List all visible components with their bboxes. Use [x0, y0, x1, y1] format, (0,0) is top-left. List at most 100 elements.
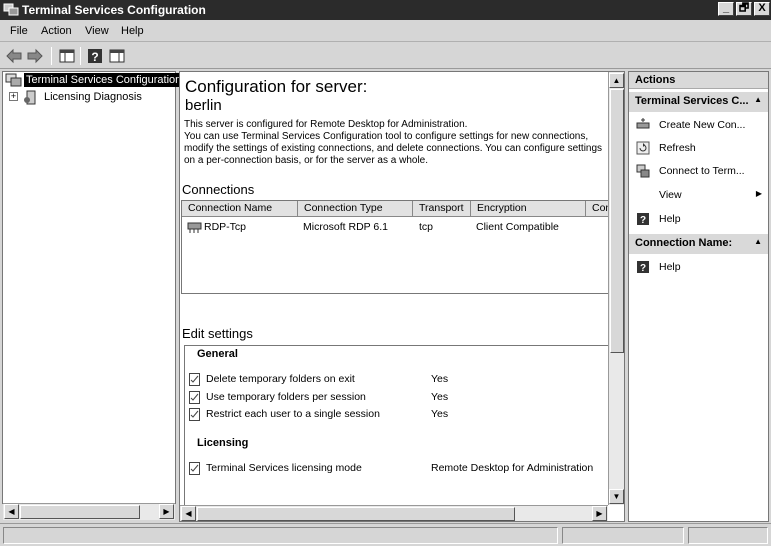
cell-encryption: Client Compatible [476, 221, 559, 233]
back-arrow-icon[interactable] [5, 47, 23, 65]
action-label: Connect to Term... [659, 165, 745, 177]
actions-section-connection-name[interactable]: Connection Name: ▲ [629, 234, 768, 254]
setting-row[interactable]: Use temporary folders per session Yes [189, 390, 609, 406]
svg-text:?: ? [640, 263, 646, 274]
collapse-up-icon[interactable]: ▲ [754, 95, 762, 104]
section-label: Connection Name: [635, 237, 733, 249]
main-horizontal-scrollbar[interactable]: ◀ ▶ [180, 505, 608, 521]
menu-view[interactable]: View [85, 25, 109, 37]
action-label: Help [659, 261, 681, 273]
general-section-heading: General [197, 348, 238, 360]
menu-action[interactable]: Action [41, 25, 72, 37]
vertical-scroll-thumb[interactable] [610, 89, 624, 353]
setting-value: Remote Desktop for Administration [431, 462, 594, 474]
setting-row[interactable]: Delete temporary folders on exit Yes [189, 372, 609, 388]
col-encryption[interactable]: Encryption [471, 201, 586, 217]
scroll-thumb[interactable] [20, 505, 140, 519]
action-label: Refresh [659, 142, 696, 154]
console-tree: Terminal Services Configuration + Licens… [2, 71, 184, 520]
status-panel-3 [688, 527, 768, 544]
help-icon: ? [637, 261, 649, 274]
tree-item-licensing-label: Licensing Diagnosis [44, 91, 142, 103]
scroll-thumb[interactable] [197, 507, 515, 521]
setting-document-icon [189, 408, 200, 421]
collapse-up-icon[interactable]: ▲ [754, 237, 762, 246]
scroll-right-button[interactable]: ▶ [592, 506, 607, 521]
status-panel-2 [562, 527, 684, 544]
minimize-button[interactable]: _ [718, 2, 734, 16]
server-name: berlin [185, 97, 222, 114]
connections-heading: Connections [182, 182, 255, 197]
action-label: Help [659, 213, 681, 225]
setting-document-icon [189, 462, 200, 475]
actions-title: Actions [629, 72, 768, 89]
scroll-left-button[interactable]: ◀ [4, 504, 19, 519]
licensing-section-heading: Licensing [197, 437, 249, 449]
toolbar: ? [0, 43, 771, 69]
setting-row[interactable]: Restrict each user to a single session Y… [189, 407, 609, 423]
setting-row[interactable]: Terminal Services licensing mode Remote … [189, 461, 609, 477]
edit-settings-panel: General Delete temporary folders on exit… [184, 345, 609, 521]
page-title: Configuration for server: [185, 77, 368, 96]
action-create-new-connection[interactable]: Create New Con... [629, 115, 768, 137]
status-panel-main [3, 527, 558, 544]
scroll-up-button[interactable]: ▲ [609, 73, 624, 88]
svg-text:?: ? [91, 50, 98, 64]
action-help-connection[interactable]: ? Help [629, 257, 768, 279]
edit-settings-heading: Edit settings [182, 326, 253, 341]
help-icon[interactable]: ? [86, 47, 104, 65]
scroll-down-button[interactable]: ▼ [609, 489, 624, 504]
section-label: Terminal Services C... [635, 95, 749, 107]
scroll-right-button[interactable]: ▶ [159, 504, 174, 519]
scroll-left-button[interactable]: ◀ [181, 506, 196, 521]
create-connection-icon [636, 118, 650, 129]
title-bar[interactable]: Terminal Services Configuration _ 🗗 X [0, 0, 771, 20]
col-connection-name[interactable]: Connection Name [182, 201, 298, 217]
menu-bar: File Action View Help [0, 21, 771, 42]
setting-label: Terminal Services licensing mode [206, 462, 362, 474]
svg-text:?: ? [640, 215, 646, 226]
licensing-diagnosis-icon [24, 90, 36, 105]
help-icon: ? [637, 213, 649, 226]
tree-horizontal-scrollbar[interactable]: ◀ ▶ [3, 503, 175, 520]
close-button[interactable]: X [754, 2, 770, 16]
table-row[interactable]: RDP-Tcp Microsoft RDP 6.1 tcp Client Com… [182, 219, 608, 235]
action-label: View [659, 189, 682, 201]
terminal-services-app-icon [3, 3, 19, 16]
setting-document-icon [189, 391, 200, 404]
connection-icon [187, 222, 202, 233]
cell-transport: tcp [419, 221, 434, 233]
connect-server-icon [636, 164, 650, 178]
setting-label: Use temporary folders per session [206, 391, 366, 403]
window-title: Terminal Services Configuration [22, 3, 206, 17]
connections-list[interactable]: Connection Name Connection Type Transpor… [181, 200, 609, 294]
cell-connection-name: RDP-Tcp [204, 221, 247, 233]
setting-label: Restrict each user to a single session [206, 408, 380, 420]
expand-plus-icon[interactable]: + [9, 92, 18, 101]
action-help[interactable]: ? Help [629, 209, 768, 231]
menu-help[interactable]: Help [121, 25, 144, 37]
server-description: This server is configured for Remote Des… [184, 119, 604, 167]
show-hide-tree-icon[interactable] [58, 47, 76, 65]
action-view[interactable]: View ▶ [629, 185, 768, 207]
restore-button[interactable]: 🗗 [736, 2, 752, 16]
actions-section-terminal-services[interactable]: Terminal Services C... ▲ [629, 92, 768, 112]
main-vertical-scrollbar[interactable]: ▲ ▼ [608, 72, 624, 505]
col-con-truncated[interactable]: Con [586, 201, 608, 217]
setting-document-icon [189, 373, 200, 386]
refresh-icon [636, 141, 650, 155]
action-label: Create New Con... [659, 119, 746, 131]
tree-item-root-label: Terminal Services Configuration [24, 73, 184, 87]
action-connect-to-terminal-server[interactable]: Connect to Term... [629, 161, 768, 183]
properties-icon[interactable] [108, 47, 126, 65]
setting-value: Yes [431, 408, 449, 420]
forward-arrow-icon[interactable] [26, 47, 44, 65]
menu-file[interactable]: File [10, 25, 28, 37]
setting-value: Yes [431, 391, 449, 403]
setting-label: Delete temporary folders on exit [206, 373, 355, 385]
action-refresh[interactable]: Refresh [629, 138, 768, 160]
col-connection-type[interactable]: Connection Type [298, 201, 413, 217]
toolbar-separator [51, 47, 52, 65]
col-transport[interactable]: Transport [413, 201, 471, 217]
main-content-pane: Configuration for server: berlin This se… [179, 71, 625, 522]
